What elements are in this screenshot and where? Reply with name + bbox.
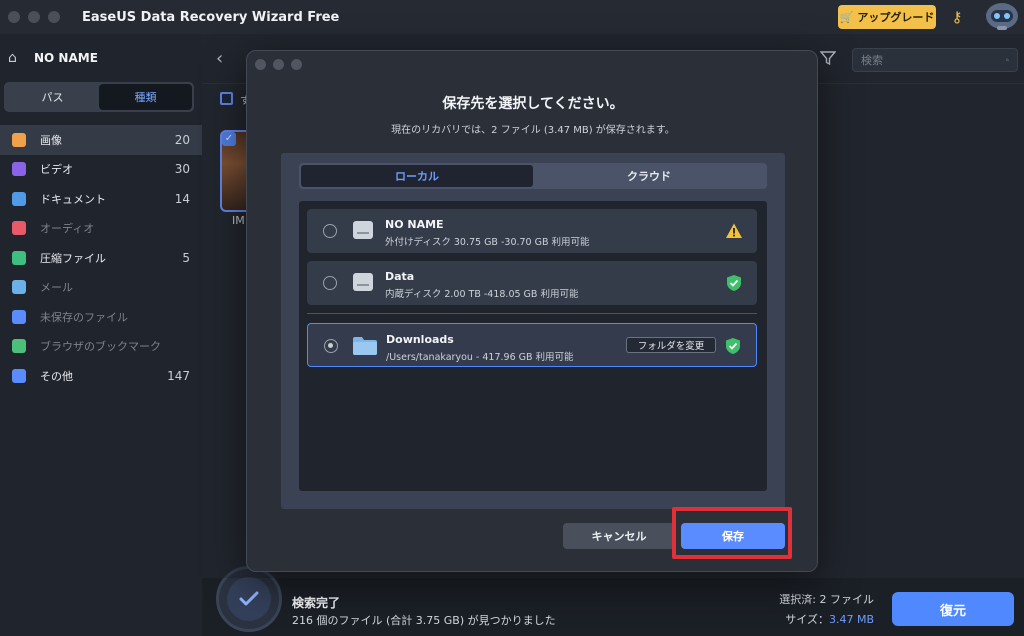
sidebar-item-mail[interactable]: メール: [0, 273, 202, 303]
selected-size: サイズ：3.47 MB: [785, 613, 874, 626]
selected-count: 選択済: 2 ファイル: [779, 593, 874, 606]
dialog-close-button[interactable]: [255, 59, 266, 70]
upgrade-label: アップグレード: [857, 11, 935, 24]
robot-avatar-icon[interactable]: [984, 0, 1020, 32]
location-list: NO NAME 外付けディスク 30.75 GB -30.70 GB 利用可能 …: [299, 201, 767, 491]
location-info: 内蔵ディスク 2.00 TB -418.05 GB 利用可能: [385, 289, 579, 300]
sidebar-item-label: オーディオ: [40, 222, 95, 236]
minimize-window-button[interactable]: [28, 11, 40, 23]
shield-check-icon: [726, 338, 740, 354]
destination-panel: ローカル クラウド NO NAME 外付けディスク 30.75 GB -30.7…: [281, 153, 785, 509]
dialog-title: 保存先を選択してください。: [442, 96, 624, 112]
sidebar-item-archives[interactable]: 圧縮ファイル 5: [0, 243, 202, 273]
sidebar-item-label: ブラウザのブックマーク: [40, 340, 161, 354]
sidebar-item-count: 14: [174, 191, 190, 206]
internal-disk-icon: [353, 273, 373, 291]
sidebar-item-unsaved[interactable]: 未保存のファイル: [0, 302, 202, 332]
external-disk-icon: [353, 221, 373, 239]
home-icon[interactable]: ⌂: [8, 51, 24, 65]
location-radio[interactable]: [323, 224, 337, 238]
dialog-subtitle: 現在のリカバリでは、2 ファイル (3.47 MB) が保存されます。: [391, 125, 675, 136]
sidebar-item-count: 5: [182, 250, 190, 265]
status-bar: 検索完了 216 個のファイル (合計 3.75 GB) が見つかりました 選択…: [202, 566, 1024, 636]
tab-type[interactable]: 種類: [99, 84, 192, 110]
sidebar-item-count: 147: [167, 368, 190, 383]
upgrade-button[interactable]: 🛒 アップグレード: [838, 5, 936, 29]
location-name: NO NAME: [385, 218, 444, 231]
tab-path[interactable]: パス: [6, 84, 99, 110]
sidebar-item-label: ドキュメント: [40, 192, 106, 206]
zoom-window-button[interactable]: [48, 11, 60, 23]
checkmark-icon: [239, 591, 259, 606]
dialog-zoom-button[interactable]: [291, 59, 302, 70]
scan-status-title: 検索完了: [292, 596, 341, 610]
location-info: /Users/tanakaryou - 417.96 GB 利用可能: [386, 352, 574, 363]
document-icon: [12, 191, 26, 206]
shield-check-icon: [727, 275, 741, 291]
recover-button[interactable]: 復元: [892, 592, 1014, 626]
list-divider: [307, 313, 757, 314]
warning-icon: [726, 223, 742, 238]
sidebar-item-label: 画像: [40, 133, 62, 147]
close-window-button[interactable]: [8, 11, 20, 23]
key-icon[interactable]: ⚷: [948, 8, 966, 26]
sidebar-item-documents[interactable]: ドキュメント 14: [0, 184, 202, 214]
category-list: 画像 20 ビデオ 30 ドキュメント 14 オーディオ 圧縮ファイル 5 メー…: [0, 125, 202, 391]
sidebar: ⌂ NO NAME パス 種類 画像 20 ビデオ 30 ドキュメント 14 オ…: [0, 34, 202, 636]
mail-icon: [12, 280, 26, 295]
dialog-window-controls: [255, 59, 302, 70]
selection-info: 選択済: 2 ファイル サイズ：3.47 MB: [762, 590, 874, 630]
cart-icon: 🛒: [839, 10, 854, 24]
location-name: Downloads: [386, 333, 454, 346]
sidebar-item-label: メール: [40, 281, 73, 295]
dialog-minimize-button[interactable]: [273, 59, 284, 70]
other-files-icon: [12, 368, 26, 383]
save-destination-dialog: 保存先を選択してください。 現在のリカバリでは、2 ファイル (3.47 MB)…: [246, 50, 818, 572]
location-item-no-name[interactable]: NO NAME 外付けディスク 30.75 GB -30.70 GB 利用可能: [307, 209, 757, 253]
change-folder-button[interactable]: フォルダを変更: [626, 337, 716, 353]
sidebar-item-label: 未保存のファイル: [40, 310, 128, 324]
audio-icon: [12, 221, 26, 236]
location-radio-selected[interactable]: [324, 339, 338, 353]
location-info: 外付けディスク 30.75 GB -30.70 GB 利用可能: [385, 237, 590, 248]
tab-cloud[interactable]: クラウド: [533, 165, 765, 187]
archive-icon: [12, 250, 26, 265]
drive-name: NO NAME: [34, 51, 98, 65]
sidebar-item-label: その他: [40, 369, 73, 383]
sidebar-item-count: 20: [174, 132, 190, 147]
sidebar-item-count: 30: [174, 162, 190, 177]
video-icon: [12, 162, 26, 177]
bookmark-icon: [12, 339, 26, 354]
image-icon: [12, 132, 26, 147]
sidebar-item-other[interactable]: その他 147: [0, 361, 202, 391]
sidebar-item-video[interactable]: ビデオ 30: [0, 155, 202, 185]
location-radio[interactable]: [323, 276, 337, 290]
sidebar-item-label: ビデオ: [40, 163, 73, 177]
folder-icon: [353, 337, 377, 355]
sidebar-item-images[interactable]: 画像 20: [0, 125, 202, 155]
cancel-button[interactable]: キャンセル: [563, 523, 675, 549]
unsaved-file-icon: [12, 309, 26, 324]
sidebar-item-audio[interactable]: オーディオ: [0, 214, 202, 244]
tab-local[interactable]: ローカル: [301, 165, 533, 187]
location-item-downloads[interactable]: Downloads /Users/tanakaryou - 417.96 GB …: [307, 323, 757, 367]
drive-header: ⌂ NO NAME: [0, 34, 202, 82]
found-summary: 216 個のファイル (合計 3.75 GB) が見つかりました: [292, 614, 556, 627]
destination-tabs: ローカル クラウド: [299, 163, 767, 189]
sidebar-item-label: 圧縮ファイル: [40, 251, 106, 265]
app-title: EaseUS Data Recovery Wizard Free: [82, 9, 340, 25]
location-name: Data: [385, 270, 415, 283]
location-item-data[interactable]: Data 内蔵ディスク 2.00 TB -418.05 GB 利用可能: [307, 261, 757, 305]
view-toggle: パス 種類: [4, 82, 194, 112]
window-controls[interactable]: [8, 11, 60, 23]
annotation-highlight: [672, 507, 792, 559]
sidebar-item-bookmarks[interactable]: ブラウザのブックマーク: [0, 332, 202, 362]
